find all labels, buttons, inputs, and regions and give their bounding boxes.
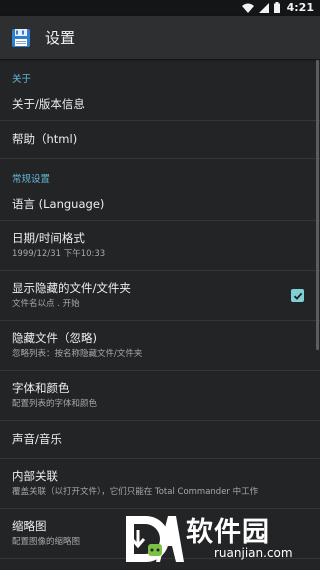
section-header-general: 常规设置 <box>12 174 51 185</box>
app-bar: 设置 <box>0 16 320 59</box>
section-header-about: 关于 <box>12 74 32 85</box>
language-item[interactable]: 语言 (Language) <box>0 188 320 221</box>
item-title: 内部关联 <box>12 469 58 483</box>
watermark: 软件园 ruanjian.com <box>122 508 318 570</box>
scrollbar-thumb[interactable] <box>316 60 319 350</box>
item-subtitle: 忽略列表：按名称隐藏文件/文件夹 <box>12 349 143 359</box>
checkmark-icon <box>293 292 302 300</box>
show-hidden-checkbox[interactable] <box>291 289 304 302</box>
item-subtitle: 覆盖关联（以打开文件），它们只能在 Total Commander 中工作 <box>12 487 259 497</box>
signal-icon <box>259 2 269 13</box>
datetime-format-item[interactable]: 日期/时间格式 1999/12/31 下午10:33 <box>0 221 320 271</box>
help-item[interactable]: 帮助（html) <box>0 121 320 159</box>
battery-icon <box>274 2 280 13</box>
floppy-disk-icon <box>12 28 30 47</box>
item-title: 帮助（html) <box>12 132 78 146</box>
watermark-subtext: ruanjian.com <box>214 546 293 560</box>
item-title: 字体和颜色 <box>12 381 70 395</box>
item-title: 日期/时间格式 <box>12 231 85 245</box>
item-subtitle: 配置列表的字体和颜色 <box>12 399 98 409</box>
internal-associations-item[interactable]: 内部关联 覆盖关联（以打开文件），它们只能在 Total Commander 中… <box>0 459 320 509</box>
item-subtitle: 1999/12/31 下午10:33 <box>12 249 106 259</box>
about-version-item[interactable]: 关于/版本信息 <box>0 88 320 121</box>
sound-music-item[interactable]: 声音/音乐 <box>0 421 320 459</box>
item-title: 显示隐藏的文件/文件夹 <box>12 281 131 295</box>
show-hidden-files-item[interactable]: 显示隐藏的文件/文件夹 文件名以点 . 开始 <box>0 271 320 321</box>
item-title: 语言 (Language) <box>12 196 105 211</box>
status-icons <box>242 2 280 13</box>
status-bar: 4:21 <box>0 0 320 16</box>
item-title: 隐藏文件（忽略) <box>12 331 97 345</box>
watermark-logo-icon <box>126 516 184 562</box>
font-and-color-item[interactable]: 字体和颜色 配置列表的字体和颜色 <box>0 371 320 421</box>
item-subtitle: 文件名以点 . 开始 <box>12 299 80 309</box>
settings-list: 关于 关于/版本信息 帮助（html) 常规设置 语言 (Language) 日… <box>0 59 320 559</box>
wifi-icon <box>242 3 254 13</box>
watermark-text: 软件园 <box>186 517 270 548</box>
item-title: 关于/版本信息 <box>12 96 85 111</box>
page-title: 设置 <box>45 29 76 47</box>
hide-files-item[interactable]: 隐藏文件（忽略) 忽略列表：按名称隐藏文件/文件夹 <box>0 321 320 371</box>
item-title: 声音/音乐 <box>12 432 62 446</box>
status-time: 4:21 <box>286 1 314 14</box>
